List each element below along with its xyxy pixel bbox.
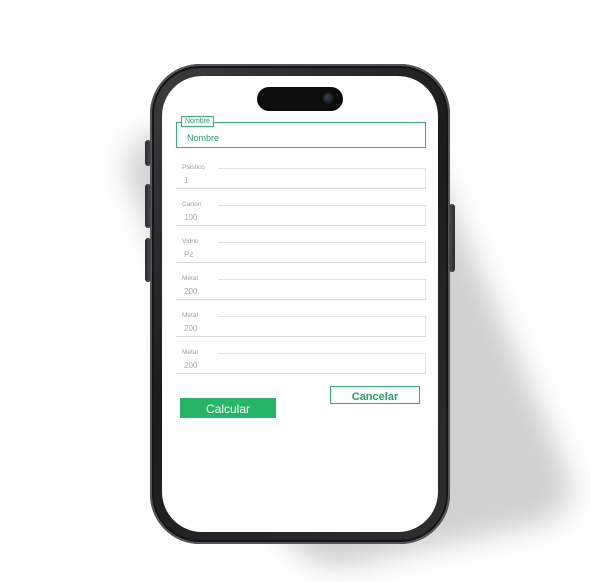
power-button (449, 204, 455, 272)
field-metal-3[interactable]: Metal 200 (176, 349, 426, 374)
field-value[interactable]: 200 (184, 324, 197, 333)
phone-device: Nombre Nombre Plastico 1 Carton 100 Vidr… (145, 64, 455, 544)
field-label: Vidrio (182, 238, 203, 245)
field-outline (425, 205, 426, 225)
name-field-value[interactable]: Nombre (187, 133, 219, 143)
mockup-stage: Nombre Nombre Plastico 1 Carton 100 Vidr… (0, 0, 591, 582)
field-outline (218, 316, 426, 317)
field-value[interactable]: 100 (184, 213, 197, 222)
field-outline (425, 279, 426, 299)
field-metal-2[interactable]: Metal 200 (176, 312, 426, 337)
name-field[interactable]: Nombre Nombre (176, 116, 426, 148)
field-value[interactable]: 1 (184, 176, 188, 185)
form-actions: Calcular Cancelar (176, 386, 426, 426)
field-outline (425, 353, 426, 373)
field-label: Metal (182, 349, 202, 356)
calculate-button[interactable]: Calcular (180, 398, 276, 418)
field-outline (425, 316, 426, 336)
camera-icon (323, 93, 334, 104)
field-value[interactable]: Pz (184, 250, 193, 259)
phone-screen: Nombre Nombre Plastico 1 Carton 100 Vidr… (162, 76, 438, 532)
field-label: Carton (182, 201, 206, 208)
field-outline (218, 168, 426, 169)
cancel-button[interactable]: Cancelar (330, 386, 420, 404)
field-value[interactable]: 200 (184, 361, 197, 370)
field-outline (425, 242, 426, 262)
field-label: Metal (182, 312, 202, 319)
field-metal-1[interactable]: Metal 200 (176, 275, 426, 300)
volume-up-button (145, 184, 151, 228)
dynamic-island (257, 87, 343, 111)
field-value[interactable]: 200 (184, 287, 197, 296)
action-button (145, 140, 151, 166)
field-carton[interactable]: Carton 100 (176, 201, 426, 226)
field-vidrio[interactable]: Vidrio Pz (176, 238, 426, 263)
field-outline (218, 279, 426, 280)
field-outline (218, 353, 426, 354)
field-outline (425, 168, 426, 188)
field-label: Plastico (182, 164, 209, 171)
name-field-legend: Nombre (181, 116, 214, 127)
field-outline (218, 205, 426, 206)
volume-down-button (145, 238, 151, 282)
field-label: Metal (182, 275, 202, 282)
field-outline (218, 242, 426, 243)
material-form: Nombre Nombre Plastico 1 Carton 100 Vidr… (176, 116, 426, 426)
field-plastico[interactable]: Plastico 1 (176, 164, 426, 189)
